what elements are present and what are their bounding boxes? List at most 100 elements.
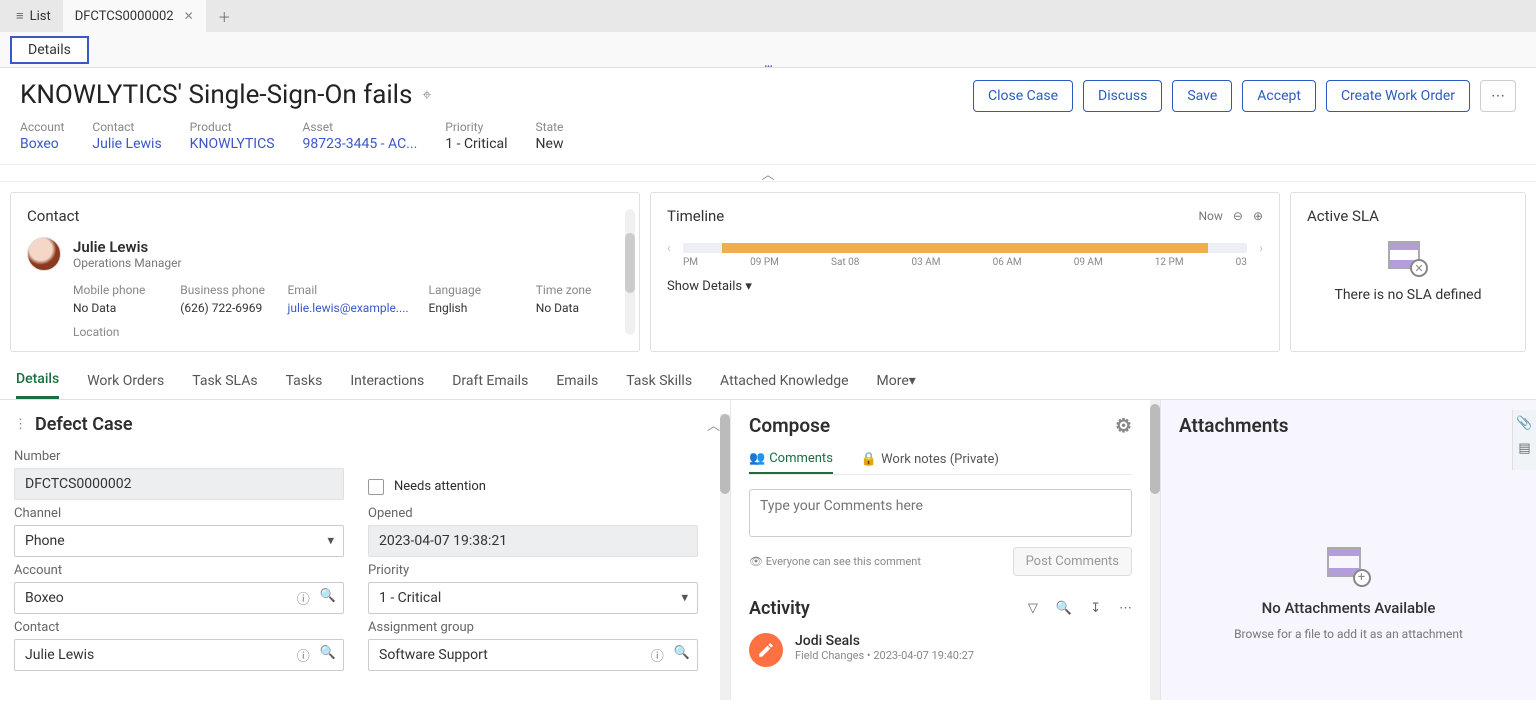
page-title: KNOWLYTICS' Single-Sign-On fails <box>20 80 412 110</box>
timeline-next-icon[interactable]: › <box>1259 241 1263 255</box>
timeline-now-button[interactable]: Now <box>1198 209 1222 223</box>
tab-details[interactable]: Details <box>16 362 59 399</box>
template-icon[interactable]: ▤ <box>1518 441 1530 456</box>
sla-empty-text: There is no SLA defined <box>1307 287 1509 303</box>
show-details-toggle[interactable]: Show Details ▾ <box>667 279 1263 294</box>
meta-contact-label: Contact <box>92 120 161 134</box>
business-phone-label: Business phone <box>180 283 267 297</box>
zoom-in-icon[interactable]: ⊕ <box>1253 209 1263 223</box>
timeline-segment[interactable] <box>722 243 1207 253</box>
form-menu-icon[interactable]: ⋮ <box>14 417 27 432</box>
chevron-down-icon: ▾ <box>745 279 752 294</box>
timeline-title: Timeline <box>667 207 724 225</box>
needs-attention-checkbox[interactable] <box>368 479 384 495</box>
record-meta: AccountBoxeo ContactJulie Lewis ProductK… <box>0 120 1536 164</box>
loading-indicator: • • • <box>764 62 771 71</box>
search-icon[interactable]: 🔍 <box>1056 601 1072 616</box>
attachment-icon[interactable]: 📎 <box>1516 416 1532 431</box>
comment-input[interactable] <box>749 489 1132 537</box>
search-icon[interactable]: 🔍 <box>320 589 336 608</box>
meta-asset-value[interactable]: 98723-3445 - AC... <box>303 136 418 152</box>
collapse-header-button[interactable]: ︿ <box>0 164 1536 182</box>
needs-attention-label: Needs attention <box>394 479 486 494</box>
attachments-title: Attachments <box>1179 414 1518 437</box>
new-tab-button[interactable]: ＋ <box>206 0 238 32</box>
contact-avatar[interactable] <box>27 237 61 271</box>
visibility-text: Everyone can see this comment <box>766 555 921 568</box>
edit-icon <box>757 641 775 659</box>
more-actions-button[interactable]: ⋯ <box>1480 80 1516 112</box>
close-icon[interactable]: ✕ <box>184 9 194 23</box>
tag-icon[interactable]: ⌖ <box>422 85 431 105</box>
form-scroll-thumb[interactable] <box>720 414 730 494</box>
activity-entry[interactable]: Jodi Seals Field Changes • 2023-04-07 19… <box>749 633 1132 667</box>
language-label: Language <box>429 283 516 297</box>
save-button[interactable]: Save <box>1172 80 1232 112</box>
discuss-button[interactable]: Discuss <box>1083 80 1162 112</box>
contact-field[interactable] <box>14 639 344 671</box>
mobile-label: Mobile phone <box>73 283 160 297</box>
tab-attached-knowledge[interactable]: Attached Knowledge <box>720 362 849 399</box>
business-phone-value: (626) 722-6969 <box>180 301 267 315</box>
more-icon[interactable]: ⋯ <box>1119 601 1132 616</box>
info-icon[interactable]: ⓘ <box>297 589 310 608</box>
compose-settings-icon[interactable]: ⚙ <box>1115 414 1132 437</box>
number-field <box>14 468 344 500</box>
tab-draft-emails[interactable]: Draft Emails <box>452 362 528 399</box>
channel-select[interactable] <box>14 525 344 557</box>
meta-product-value[interactable]: KNOWLYTICS <box>190 136 275 152</box>
zoom-out-icon[interactable]: ⊖ <box>1233 209 1243 223</box>
form-title: Defect Case <box>35 414 133 435</box>
info-icon[interactable]: ⓘ <box>651 646 664 665</box>
chevron-down-icon: ▾ <box>681 591 688 606</box>
search-icon[interactable]: 🔍 <box>320 646 336 665</box>
meta-account-label: Account <box>20 120 64 134</box>
form-collapse-icon[interactable]: ︿ <box>707 415 720 434</box>
attachments-hint[interactable]: Browse for a file to add it as an attach… <box>1179 627 1518 641</box>
scrollbar-thumb[interactable] <box>625 233 635 293</box>
close-case-button[interactable]: Close Case <box>973 80 1073 112</box>
attachments-empty-text: No Attachments Available <box>1179 599 1518 617</box>
search-icon[interactable]: 🔍 <box>674 646 690 665</box>
tab-task-slas[interactable]: Task SLAs <box>192 362 257 399</box>
tab-work-notes[interactable]: 🔒 Work notes (Private) <box>861 451 999 474</box>
meta-contact-value[interactable]: Julie Lewis <box>92 136 161 152</box>
chevron-down-icon: ▾ <box>327 534 334 549</box>
timeline-ticks: PM 09 PM Sat 08 03 AM 06 AM 09 AM 12 PM … <box>683 257 1247 268</box>
window-tab-bar: ≡ List DFCTCS0000002 ✕ ＋ <box>0 0 1536 32</box>
create-work-order-button[interactable]: Create Work Order <box>1326 80 1470 112</box>
email-value[interactable]: julie.lewis@example.... <box>287 301 408 315</box>
priority-select[interactable] <box>368 582 698 614</box>
panel-scroll-thumb[interactable] <box>1150 404 1160 494</box>
account-label: Account <box>14 563 344 578</box>
sort-icon[interactable]: ↧ <box>1090 601 1101 616</box>
opened-label: Opened <box>368 506 698 521</box>
account-field[interactable] <box>14 582 344 614</box>
tab-emails[interactable]: Emails <box>556 362 598 399</box>
tab-more[interactable]: More ▾ <box>877 362 916 399</box>
tab-interactions[interactable]: Interactions <box>350 362 424 399</box>
meta-state-label: State <box>536 120 564 134</box>
filter-icon[interactable]: ▽ <box>1028 601 1038 616</box>
tab-task-skills[interactable]: Task Skills <box>626 362 692 399</box>
assignment-group-field[interactable] <box>368 639 698 671</box>
contact-label: Contact <box>14 620 344 635</box>
timeline-prev-icon[interactable]: ‹ <box>667 241 671 255</box>
meta-priority-label: Priority <box>445 120 507 134</box>
form-panel: ⋮ Defect Case ︿ Number Needs attention C… <box>0 400 730 700</box>
timeline-tick: PM <box>683 257 698 268</box>
meta-account-value[interactable]: Boxeo <box>20 136 64 152</box>
info-icon[interactable]: ⓘ <box>297 646 310 665</box>
timeline-tick: 12 PM <box>1155 257 1184 268</box>
accept-button[interactable]: Accept <box>1242 80 1316 112</box>
post-comments-button[interactable]: Post Comments <box>1013 547 1132 576</box>
details-chip[interactable]: Details <box>10 36 89 64</box>
tab-comments[interactable]: 👥 Comments <box>749 451 833 474</box>
tab-work-orders[interactable]: Work Orders <box>87 362 164 399</box>
contact-role: Operations Manager <box>73 256 182 270</box>
tab-record[interactable]: DFCTCS0000002 ✕ <box>63 0 206 32</box>
tab-tasks[interactable]: Tasks <box>286 362 323 399</box>
tab-list[interactable]: ≡ List <box>4 0 63 32</box>
record-header: • • • KNOWLYTICS' Single-Sign-On fails ⌖… <box>0 68 1536 120</box>
timeline-tick: 03 <box>1236 257 1247 268</box>
